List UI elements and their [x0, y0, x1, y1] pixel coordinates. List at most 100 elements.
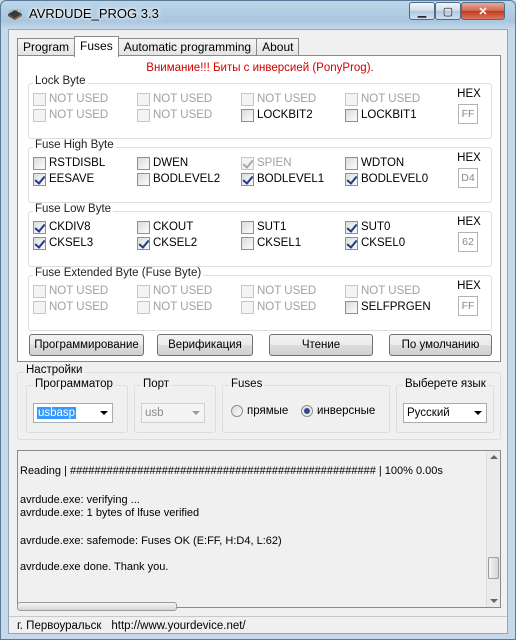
fuses-panel: Внимание!!! Биты с инверсией (PonyProg).… [17, 55, 501, 362]
checkbox-indicator [241, 220, 254, 234]
lock-byte-group: Lock Byte NOT USED NOT USED NOT USED NOT USE… [28, 75, 492, 139]
fuse-bit-checkbox[interactable]: CKSEL3 [33, 236, 93, 250]
defaults-button[interactable]: По умолчанию [389, 334, 492, 356]
port-label: Порт [141, 378, 172, 390]
fuse-bit-checkbox[interactable]: BODLEVEL0 [345, 172, 428, 186]
minimize-button[interactable]: ▁ [409, 2, 435, 20]
window-title: AVRDUDE_PROG 3.3 [29, 6, 159, 21]
fuse-bit-checkbox[interactable]: RSTDISBL [33, 156, 105, 170]
checkbox-indicator [137, 156, 150, 170]
checkbox-indicator [241, 284, 254, 298]
settings-group: Настройки Программатор usbasp Порт usb F… [17, 364, 501, 440]
radio-direct[interactable]: прямые [231, 404, 288, 418]
fuse-bit-label: NOT USED [257, 301, 317, 313]
fuse-bit-label: NOT USED [153, 301, 213, 313]
language-group: Выберете язык Русский [396, 378, 494, 433]
chevron-down-icon [474, 411, 482, 415]
title-bar[interactable]: AVRDUDE_PROG 3.3 ▁ ▢ ✕ [1, 1, 515, 27]
checkbox-indicator [241, 108, 254, 122]
tab-fuses[interactable]: Fuses [74, 36, 119, 57]
fuse-bit-label: NOT USED [361, 93, 421, 105]
port-value: usb [145, 407, 164, 419]
fuse-bit-label: CKSEL3 [49, 237, 94, 249]
fuses-mode-label: Fuses [229, 378, 265, 390]
scroll-down-icon[interactable] [490, 599, 498, 603]
fuse-bit-checkbox[interactable]: NOT USED [241, 300, 316, 314]
fuse-bit-checkbox[interactable]: NOT USED [33, 284, 108, 298]
fuse-bit-checkbox[interactable]: NOT USED [33, 92, 108, 106]
fuse-bit-label: NOT USED [153, 93, 213, 105]
checkbox-indicator [33, 172, 46, 186]
fuse-bit-checkbox[interactable]: EESAVE [33, 172, 94, 186]
fuse-bit-checkbox[interactable]: NOT USED [137, 108, 212, 122]
lock-hex-value: FF [458, 104, 478, 124]
radio-direct-label: прямые [247, 405, 289, 417]
programmer-select[interactable]: usbasp [33, 403, 113, 423]
port-select[interactable]: usb [141, 403, 205, 423]
checkbox-indicator [345, 172, 358, 186]
fuse-bit-checkbox[interactable]: NOT USED [241, 92, 316, 106]
language-select[interactable]: Русский [403, 403, 487, 423]
fuse-bit-label: LOCKBIT1 [361, 109, 417, 121]
fuse-bit-checkbox[interactable]: CKOUT [137, 220, 193, 234]
log-vertical-scrollbar[interactable] [486, 451, 500, 607]
fuse-bit-checkbox[interactable]: SUT0 [345, 220, 390, 234]
fuse-bit-checkbox[interactable]: CKDIV8 [33, 220, 91, 234]
scroll-thumb[interactable] [488, 557, 499, 579]
fuse-bit-checkbox[interactable]: SUT1 [241, 220, 286, 234]
verify-button[interactable]: Верификация [157, 334, 253, 356]
radio-inverse-indicator [301, 405, 313, 417]
program-button[interactable]: Программирование [29, 334, 144, 356]
fuse-bit-checkbox[interactable]: NOT USED [33, 108, 108, 122]
fuse-bit-label: CKOUT [153, 221, 194, 233]
checkbox-indicator [241, 92, 254, 106]
fuse-bit-checkbox[interactable]: DWEN [137, 156, 188, 170]
fuse-bit-checkbox[interactable]: BODLEVEL1 [241, 172, 324, 186]
fuse-bit-checkbox[interactable]: SELFPRGEN [345, 300, 431, 314]
programmer-group: Программатор usbasp [26, 378, 128, 433]
fuse-bit-label: BODLEVEL0 [361, 173, 429, 185]
fuse-bit-checkbox[interactable]: CKSEL0 [345, 236, 405, 250]
fuse-bit-checkbox[interactable]: NOT USED [345, 284, 420, 298]
checkbox-indicator [137, 172, 150, 186]
fuse-bit-checkbox[interactable]: CKSEL2 [137, 236, 197, 250]
client-area: Program Fuses Automatic programming Abou… [8, 29, 508, 634]
chevron-down-icon [192, 411, 200, 415]
checkbox-indicator [345, 220, 358, 234]
programmer-value: usbasp [37, 407, 77, 419]
fuse-bit-checkbox[interactable]: NOT USED [137, 92, 212, 106]
fuse-bit-checkbox[interactable]: LOCKBIT2 [241, 108, 313, 122]
maximize-button[interactable]: ▢ [435, 2, 461, 20]
fuse-bit-checkbox[interactable]: NOT USED [33, 300, 108, 314]
radio-inverse[interactable]: инверсные [301, 404, 375, 418]
fuse-bit-label: NOT USED [257, 285, 317, 297]
status-url[interactable]: http://www.yourdevice.net/ [111, 620, 245, 632]
checkbox-indicator [345, 156, 358, 170]
fuse-high-byte-group: Fuse High Byte RSTDISBL DWEN SPIEN WDTON EESA… [28, 139, 492, 203]
fuse-bit-checkbox[interactable]: CKSEL1 [241, 236, 301, 250]
checkbox-indicator [345, 236, 358, 250]
fuse-bit-checkbox[interactable]: NOT USED [241, 284, 316, 298]
log-output[interactable]: Reading | ##############################… [17, 450, 501, 608]
log-line: avrdude.exe: verifying ... [20, 494, 140, 506]
low-hex-label: HEX [457, 216, 481, 228]
scroll-up-icon[interactable] [490, 455, 498, 459]
fuse-bit-label: LOCKBIT2 [257, 109, 313, 121]
fuse-bit-checkbox[interactable]: NOT USED [137, 284, 212, 298]
fuse-bit-label: SUT0 [361, 221, 391, 233]
fuse-bit-checkbox[interactable]: SPIEN [241, 156, 292, 170]
read-button[interactable]: Чтение [269, 334, 373, 356]
close-button[interactable]: ✕ [461, 2, 505, 20]
fuse-bit-checkbox[interactable]: BODLEVEL2 [137, 172, 220, 186]
fuse-bit-checkbox[interactable]: NOT USED [345, 92, 420, 106]
log-line: avrdude.exe: 1 bytes of lfuse verified [20, 507, 200, 519]
log-horizontal-scrollbar[interactable] [17, 602, 177, 611]
fuse-bit-checkbox[interactable]: LOCKBIT1 [345, 108, 417, 122]
programmer-label: Программатор [33, 378, 115, 390]
fuse-bit-checkbox[interactable]: NOT USED [137, 300, 212, 314]
checkbox-indicator [33, 300, 46, 314]
high-hex-label: HEX [457, 152, 481, 164]
fuse-bit-label: BODLEVEL1 [257, 173, 325, 185]
fuse-bit-label: CKSEL0 [361, 237, 406, 249]
fuse-bit-checkbox[interactable]: WDTON [345, 156, 404, 170]
